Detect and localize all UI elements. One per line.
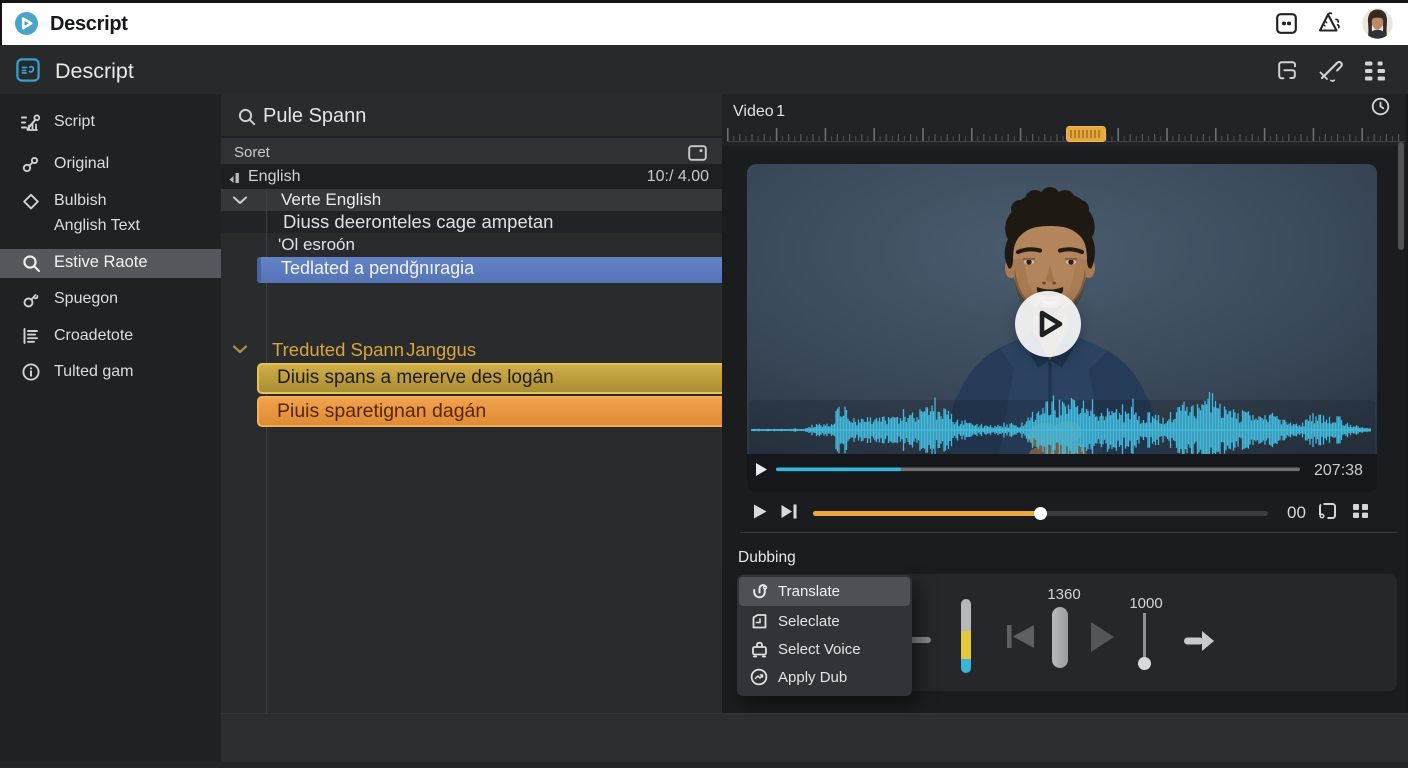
- svg-text:207:38: 207:38: [1314, 462, 1363, 479]
